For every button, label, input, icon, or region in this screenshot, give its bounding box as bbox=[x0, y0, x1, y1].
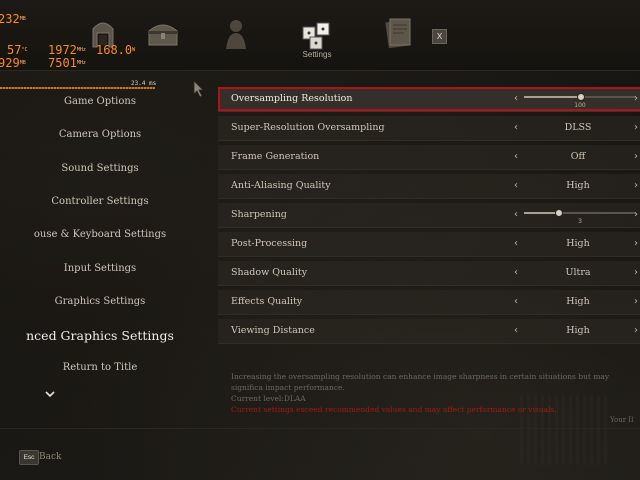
arrow-right-icon[interactable]: › bbox=[634, 267, 640, 279]
slider-value: 100 bbox=[574, 102, 586, 109]
setting-viewing-distance[interactable]: Viewing Distance ‹ High › bbox=[218, 319, 640, 344]
setting-value: Off bbox=[570, 151, 586, 162]
arrow-left-icon[interactable]: ‹ bbox=[514, 238, 522, 250]
arrow-right-icon[interactable]: › bbox=[634, 180, 640, 192]
tab-documents[interactable] bbox=[375, 10, 421, 56]
esc-key-icon[interactable]: Esc bbox=[19, 450, 39, 465]
menu-item-controller-settings[interactable]: Controller Settings bbox=[0, 196, 200, 207]
tab-chest[interactable] bbox=[140, 10, 186, 56]
arrow-left-icon[interactable]: ‹ bbox=[514, 267, 522, 279]
setting-anti-aliasing-quality[interactable]: Anti-Aliasing Quality ‹ High › bbox=[218, 174, 640, 199]
character-icon bbox=[226, 20, 246, 49]
mouse-cursor-icon bbox=[193, 80, 204, 98]
setting-label: Super-Resolution Oversampling bbox=[231, 122, 385, 133]
chest-icon bbox=[148, 24, 178, 46]
menu-item-input-settings[interactable]: Input Settings bbox=[0, 263, 200, 274]
setting-shadow-quality[interactable]: Shadow Quality ‹ Ultra › bbox=[218, 261, 640, 286]
warning-text: Current settings exceed recommended valu… bbox=[231, 405, 557, 414]
back-button[interactable]: Back bbox=[39, 452, 61, 462]
overlay-cpu-temp-unit: °C bbox=[21, 47, 28, 53]
overlay-gpu-clock: 1972 bbox=[48, 43, 77, 57]
setting-label: Sharpening bbox=[231, 209, 287, 220]
overlay-gpu-temp-unit: MB bbox=[19, 16, 26, 22]
description-text: Increasing the oversampling resolution c… bbox=[231, 372, 610, 392]
overlay-power: 168.0 bbox=[96, 43, 133, 57]
setting-oversampling-resolution[interactable]: Oversampling Resolution ‹ 100 › bbox=[218, 87, 640, 112]
overlay-mem-clock: 7501 bbox=[48, 56, 77, 70]
setting-value: High bbox=[566, 238, 590, 249]
oversampling-slider[interactable] bbox=[524, 93, 636, 101]
slider-fill bbox=[524, 96, 580, 98]
setting-effects-quality[interactable]: Effects Quality ‹ High › bbox=[218, 290, 640, 315]
setting-value: High bbox=[566, 180, 590, 191]
arrow-right-icon[interactable]: › bbox=[634, 122, 640, 134]
overlay-frametime: 23.4 ms bbox=[131, 80, 157, 87]
menu-item-sound-settings[interactable]: Sound Settings bbox=[0, 163, 200, 174]
setting-super-resolution-oversampling[interactable]: Super-Resolution Oversampling ‹ DLSS › bbox=[218, 116, 640, 141]
arrow-right-icon[interactable]: › bbox=[634, 209, 640, 221]
setting-description: Increasing the oversampling resolution c… bbox=[231, 371, 636, 415]
arrow-left-icon[interactable]: ‹ bbox=[514, 296, 522, 308]
setting-label: Effects Quality bbox=[231, 296, 303, 307]
arrow-left-icon[interactable]: ‹ bbox=[514, 151, 522, 163]
settings-cubes-icon bbox=[302, 22, 330, 50]
setting-value: Ultra bbox=[565, 267, 591, 278]
top-menu-bar: Settings X bbox=[0, 0, 640, 71]
setting-label: Viewing Distance bbox=[231, 325, 315, 336]
current-level-text: Current level:DLAA bbox=[231, 394, 306, 403]
close-button[interactable]: X bbox=[432, 29, 447, 44]
setting-label: Oversampling Resolution bbox=[231, 93, 353, 104]
slider-value: 3 bbox=[578, 218, 582, 225]
menu-item-advanced-graphics-settings[interactable]: nced Graphics Settings bbox=[0, 328, 200, 343]
arrow-right-icon[interactable]: › bbox=[634, 151, 640, 163]
chevron-down-icon[interactable] bbox=[44, 388, 56, 400]
arrow-left-icon[interactable]: ‹ bbox=[514, 209, 522, 221]
menu-item-game-options[interactable]: Game Options bbox=[0, 96, 200, 107]
setting-sharpening[interactable]: Sharpening ‹ 3 › bbox=[218, 203, 640, 228]
arrow-left-icon[interactable]: ‹ bbox=[514, 325, 522, 337]
footer-divider bbox=[0, 428, 640, 429]
setting-value: High bbox=[566, 296, 590, 307]
arrow-right-icon[interactable]: › bbox=[634, 93, 640, 105]
menu-item-return-to-title[interactable]: Return to Title bbox=[0, 362, 200, 373]
frametime-graph bbox=[0, 87, 155, 89]
tab-settings-label: Settings bbox=[302, 50, 332, 59]
setting-label: Post-Processing bbox=[231, 238, 308, 249]
setting-label: Frame Generation bbox=[231, 151, 320, 162]
overlay-cpu-temp: 57 bbox=[7, 43, 22, 57]
setting-value: DLSS bbox=[564, 122, 592, 133]
setting-frame-generation[interactable]: Frame Generation ‹ Off › bbox=[218, 145, 640, 170]
footer-fragment: Your Il bbox=[610, 416, 634, 424]
setting-post-processing[interactable]: Post-Processing ‹ High › bbox=[218, 232, 640, 257]
setting-label: Shadow Quality bbox=[231, 267, 308, 278]
slider-fill bbox=[524, 212, 558, 214]
overlay-vram-unit: MB bbox=[19, 60, 26, 66]
arrow-right-icon[interactable]: › bbox=[634, 325, 640, 337]
setting-value: High bbox=[566, 325, 590, 336]
menu-item-graphics-settings[interactable]: Graphics Settings bbox=[0, 296, 200, 307]
slider-knob[interactable] bbox=[554, 209, 563, 217]
overlay-gpu-temp: 232 bbox=[0, 12, 20, 26]
menu-item-mouse-keyboard-settings[interactable]: ouse & Keyboard Settings bbox=[0, 229, 200, 240]
setting-label: Anti-Aliasing Quality bbox=[231, 180, 331, 191]
overlay-vram: 929 bbox=[0, 56, 20, 70]
arrow-left-icon[interactable]: ‹ bbox=[514, 93, 522, 105]
arrow-left-icon[interactable]: ‹ bbox=[514, 180, 522, 192]
overlay-gpu-clock-unit: MHz bbox=[76, 47, 86, 53]
arrow-right-icon[interactable]: › bbox=[634, 296, 640, 308]
arrow-left-icon[interactable]: ‹ bbox=[514, 122, 522, 134]
overlay-power-unit: W bbox=[132, 47, 136, 53]
overlay-mem-clock-unit: MHz bbox=[76, 60, 86, 66]
menu-item-camera-options[interactable]: Camera Options bbox=[0, 129, 200, 140]
slider-knob[interactable] bbox=[577, 93, 585, 101]
tab-character[interactable] bbox=[213, 10, 259, 56]
sharpening-slider[interactable] bbox=[524, 209, 636, 217]
arrow-right-icon[interactable]: › bbox=[634, 238, 640, 250]
documents-icon bbox=[385, 18, 411, 49]
